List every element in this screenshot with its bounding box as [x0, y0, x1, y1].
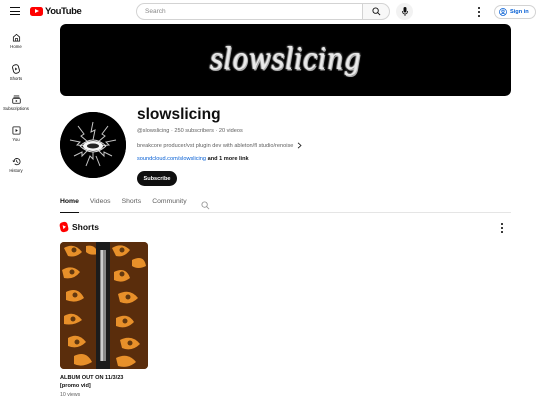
channel-description[interactable]: breakcore producer/vst plugin dev with a…	[137, 142, 303, 149]
voice-search-button[interactable]	[396, 3, 413, 20]
shorts-logo-icon	[59, 221, 69, 233]
sign-in-label: Sign in	[510, 9, 529, 15]
channel-avatar	[60, 112, 126, 178]
chevron-right-icon	[298, 142, 303, 149]
short-card[interactable]: ALBUM OUT ON 11/3/23 [promo vid] 10 view…	[60, 242, 148, 398]
shorts-section-header: Shorts	[59, 221, 99, 233]
sidebar-item-history[interactable]: History	[0, 152, 32, 183]
shorts-section-title: Shorts	[72, 222, 99, 232]
sidebar-item-subscriptions[interactable]: Subscriptions	[0, 90, 32, 121]
channel-links: soundcloud.com/slowslicing and 1 more li…	[137, 156, 249, 162]
channel-meta: @slowslicing · 250 subscribers · 20 vide…	[137, 128, 243, 134]
channel-name: slowslicing	[137, 106, 221, 123]
subscriptions-icon	[11, 95, 21, 104]
menu-icon[interactable]	[10, 7, 20, 15]
home-icon	[12, 33, 20, 42]
sidebar-item-shorts[interactable]: Shorts	[0, 59, 32, 90]
channel-search-button[interactable]	[201, 195, 210, 215]
top-bar: YouTube Sign in	[0, 0, 540, 24]
channel-tabs: Home Videos Shorts Community	[60, 195, 511, 213]
search-icon	[371, 7, 380, 16]
tab-videos[interactable]: Videos	[90, 195, 111, 213]
tab-shorts[interactable]: Shorts	[122, 195, 142, 213]
sidebar-item-you[interactable]: You	[0, 121, 32, 152]
youtube-play-icon	[30, 7, 43, 16]
shorts-icon	[12, 64, 20, 74]
more-links-button[interactable]: and 1 more link	[208, 156, 249, 162]
channel-banner: slowslicing	[60, 24, 511, 96]
search-input[interactable]	[136, 3, 362, 20]
tab-community[interactable]: Community	[152, 195, 186, 213]
channel-description-text: breakcore producer/vst plugin dev with a…	[137, 142, 294, 149]
tab-home[interactable]: Home	[60, 195, 79, 213]
short-thumbnail	[60, 242, 148, 369]
avatar-artwork	[60, 112, 126, 178]
you-icon	[11, 126, 21, 135]
short-title: ALBUM OUT ON 11/3/23 [promo vid]	[60, 375, 124, 389]
sidebar-item-label: You	[12, 137, 20, 142]
history-icon	[11, 158, 20, 166]
sidebar-item-label: History	[9, 168, 23, 173]
subscribe-button[interactable]: Subscribe	[137, 171, 177, 186]
search-button[interactable]	[362, 3, 390, 20]
search-bar	[136, 3, 390, 20]
banner-logotype: slowslicing	[209, 42, 362, 78]
sidebar-item-label: Subscriptions	[3, 106, 29, 111]
sidebar-item-home[interactable]: Home	[0, 28, 32, 59]
settings-more-icon[interactable]	[476, 6, 482, 18]
account-icon	[499, 8, 507, 16]
channel-link-url[interactable]: soundcloud.com/slowslicing	[137, 156, 206, 162]
logo-text: YouTube	[45, 6, 82, 17]
sidebar-item-label: Home	[10, 44, 22, 49]
short-view-count: 10 views	[60, 392, 81, 398]
sidebar: Home Shorts Subscriptions You History	[0, 28, 32, 183]
short-thumbnail-art	[60, 242, 148, 369]
microphone-icon	[401, 7, 408, 16]
sign-in-button[interactable]: Sign in	[494, 5, 536, 19]
sidebar-item-label: Shorts	[9, 76, 23, 81]
youtube-logo[interactable]: YouTube	[30, 6, 82, 17]
search-icon	[201, 201, 209, 210]
shorts-more-icon[interactable]	[500, 223, 504, 233]
